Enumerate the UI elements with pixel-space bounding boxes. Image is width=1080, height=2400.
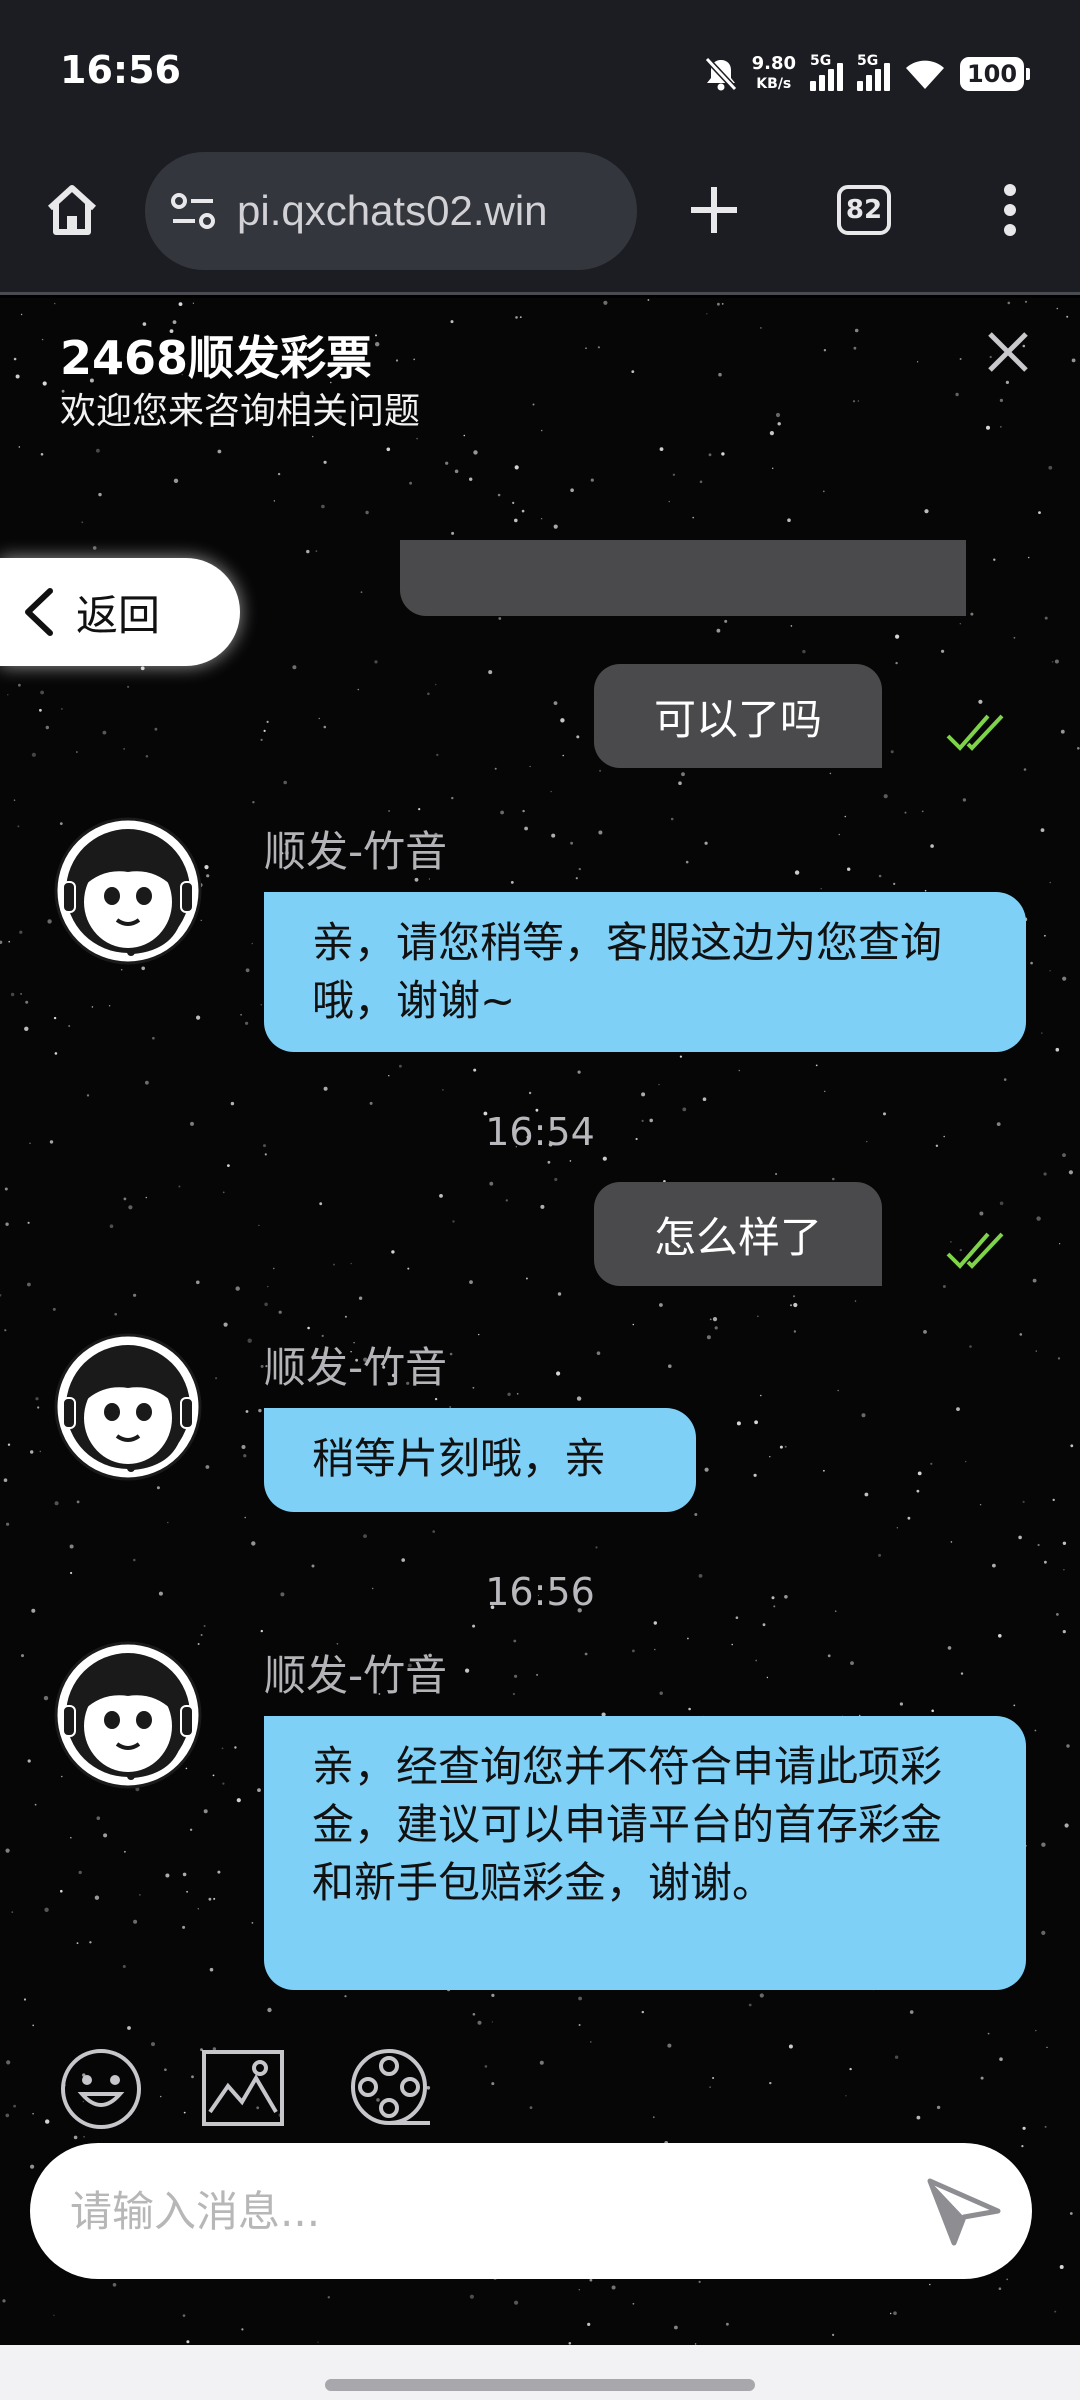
system-nav-bar	[0, 2345, 1080, 2400]
agent-avatar	[54, 1641, 202, 1789]
back-label: 返回	[76, 590, 161, 640]
chat-subtitle: 欢迎您来咨询相关问题	[60, 391, 421, 432]
message-input-bar	[30, 2143, 1032, 2279]
signal-sim1-icon: 5G	[810, 53, 843, 91]
double-check-icon	[946, 1232, 1004, 1269]
battery-indicator: 100	[960, 57, 1030, 91]
emoji-icon[interactable]	[58, 2046, 144, 2132]
new-tab-button[interactable]	[674, 170, 754, 250]
message-input[interactable]	[70, 2186, 910, 2236]
wifi-icon	[906, 60, 944, 89]
outgoing-message[interactable]: 可以了吗	[594, 664, 882, 768]
browser-toolbar: pi.qxchats02.win 82	[0, 140, 1080, 295]
back-button[interactable]: 返回	[0, 558, 240, 666]
video-reel-icon[interactable]	[348, 2046, 434, 2132]
status-icons: 9.80 KB/s 5G 5G 100	[704, 50, 1030, 98]
chevron-left-icon	[25, 588, 53, 636]
sender-name: 顺发-竹音	[264, 827, 448, 876]
outgoing-message[interactable]: 怎么样了	[594, 1182, 882, 1286]
agent-avatar	[54, 1333, 202, 1481]
incoming-message[interactable]: 亲，请您稍等，客服这边为您查询哦，谢谢~	[264, 892, 1026, 1052]
status-time: 16:56	[60, 48, 181, 92]
signal-sim2-icon: 5G	[857, 53, 890, 91]
send-icon[interactable]	[924, 2171, 1004, 2251]
incoming-message[interactable]: 稍等片刻哦，亲	[264, 1408, 696, 1512]
sender-name: 顺发-竹音	[264, 1343, 448, 1392]
more-menu-button[interactable]	[970, 170, 1050, 250]
address-bar[interactable]: pi.qxchats02.win	[145, 152, 637, 270]
chat-title: 2468顺发彩票	[60, 331, 373, 385]
url-text: pi.qxchats02.win	[237, 187, 548, 234]
attachment-toolbar	[0, 2046, 1080, 2146]
plus-icon	[691, 187, 737, 233]
home-gesture-handle[interactable]	[325, 2379, 755, 2391]
previous-message-bubble	[400, 540, 966, 616]
chat-panel: 2468顺发彩票 欢迎您来咨询相关问题 返回 可以了吗 顺发-竹音 亲，请您稍等…	[0, 298, 1080, 2345]
timestamp: 16:56	[485, 1570, 595, 1614]
net-speed: 9.80 KB/s	[751, 53, 796, 93]
chat-header: 2468顺发彩票 欢迎您来咨询相关问题	[60, 328, 420, 436]
more-vert-icon	[1004, 184, 1016, 236]
sender-name: 顺发-竹音	[264, 1651, 448, 1700]
close-icon[interactable]	[978, 322, 1038, 382]
timestamp: 16:54	[485, 1110, 595, 1154]
mute-bell-icon	[704, 56, 737, 92]
site-settings-icon[interactable]	[169, 189, 219, 233]
tab-switcher-icon: 82	[837, 185, 891, 235]
incoming-message[interactable]: 亲，经查询您并不符合申请此项彩金，建议可以申请平台的首存彩金和新手包赔彩金，谢谢…	[264, 1716, 1026, 1990]
status-bar: 16:56 9.80 KB/s 5G 5G 100	[0, 0, 1080, 140]
agent-avatar	[54, 817, 202, 965]
image-icon[interactable]	[200, 2046, 286, 2132]
home-icon	[47, 185, 97, 235]
home-button[interactable]	[32, 170, 112, 250]
double-check-icon	[946, 714, 1004, 751]
tab-switcher-button[interactable]: 82	[824, 170, 904, 250]
